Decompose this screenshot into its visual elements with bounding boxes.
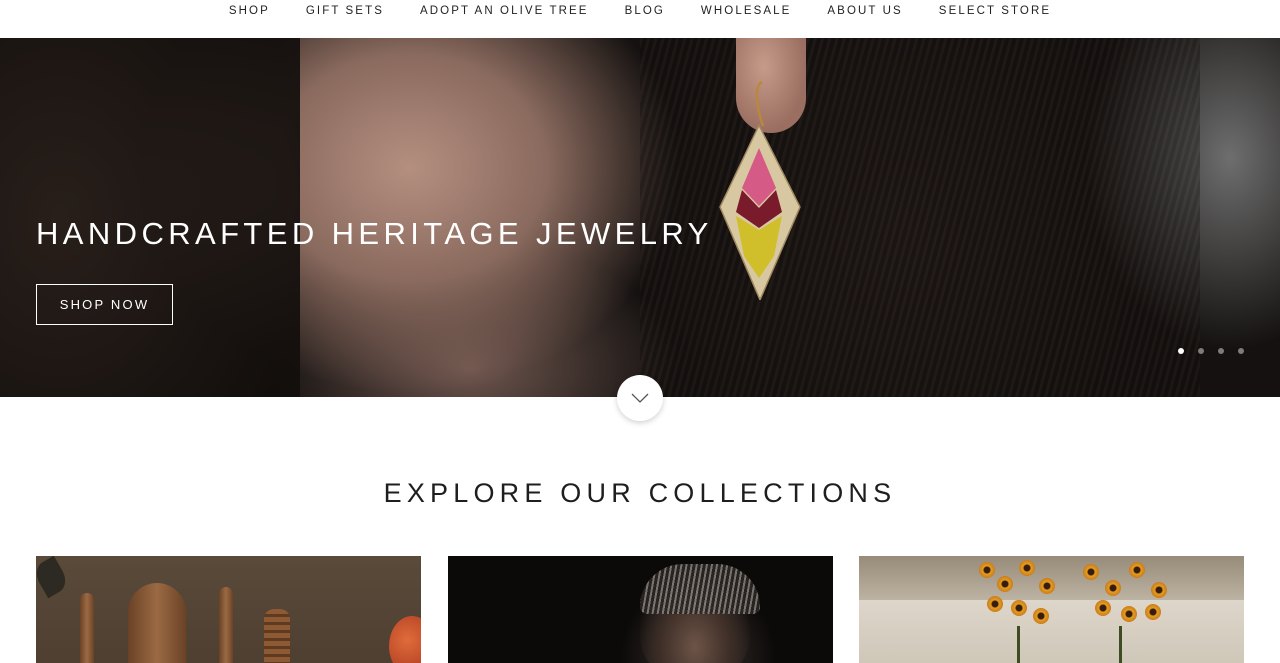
flower-stem: [1119, 626, 1122, 663]
chevron-down-icon: [631, 393, 649, 403]
flower: [979, 562, 995, 578]
flower-stem: [1017, 626, 1020, 663]
flower: [1129, 562, 1145, 578]
tomato: [389, 616, 421, 663]
flower: [1121, 606, 1137, 622]
nav-item-select-store[interactable]: SELECT STORE: [939, 4, 1051, 18]
flower: [987, 596, 1003, 612]
nav-item-gift-sets[interactable]: GIFT SETS: [306, 4, 384, 18]
wooden-utensil: [219, 587, 233, 663]
flower: [1039, 578, 1055, 594]
leaf-decoration: [36, 556, 71, 599]
wooden-spoon-slotted: [128, 583, 186, 663]
flower: [1083, 564, 1099, 580]
flower: [1145, 604, 1161, 620]
flower: [1011, 600, 1027, 616]
collection-card-kitchen[interactable]: [36, 556, 421, 663]
scroll-down-button[interactable]: [617, 375, 663, 421]
wall-background: [859, 556, 1244, 600]
flower: [1033, 608, 1049, 624]
main-nav: SHOP GIFT SETS ADOPT AN OLIVE TREE BLOG …: [0, 0, 1280, 38]
nav-item-wholesale[interactable]: WHOLESALE: [701, 4, 791, 18]
flower: [1095, 600, 1111, 616]
collections-title: EXPLORE OUR COLLECTIONS: [383, 478, 897, 508]
slider-dot-3[interactable]: [1218, 348, 1224, 354]
flower: [1019, 560, 1035, 576]
slider-pagination: [1178, 348, 1244, 354]
flower: [1151, 582, 1167, 598]
slider-dot-2[interactable]: [1198, 348, 1204, 354]
nav-item-blog[interactable]: BLOG: [625, 4, 665, 18]
hero-title: HANDCRAFTED HERITAGE JEWELRY: [36, 216, 713, 251]
nav-item-shop[interactable]: SHOP: [229, 4, 270, 18]
wooden-utensil: [80, 593, 94, 663]
nav-item-about-us[interactable]: ABOUT US: [827, 4, 902, 18]
flower: [1105, 580, 1121, 596]
flower: [997, 576, 1013, 592]
collection-card-artisans[interactable]: [448, 556, 833, 663]
honey-dipper: [264, 609, 290, 663]
shop-now-button[interactable]: SHOP NOW: [36, 284, 173, 325]
slider-dot-4[interactable]: [1238, 348, 1244, 354]
collection-card-flowers[interactable]: [859, 556, 1244, 663]
slider-dot-1[interactable]: [1178, 348, 1184, 354]
hero-slider: HANDCRAFTED HERITAGE JEWELRY SHOP NOW: [0, 38, 1280, 397]
stone-counter: [859, 600, 1244, 663]
artisan-hair: [640, 564, 760, 614]
earring-image: [719, 80, 801, 300]
nav-item-adopt-an-olive-tree[interactable]: ADOPT AN OLIVE TREE: [420, 4, 589, 18]
